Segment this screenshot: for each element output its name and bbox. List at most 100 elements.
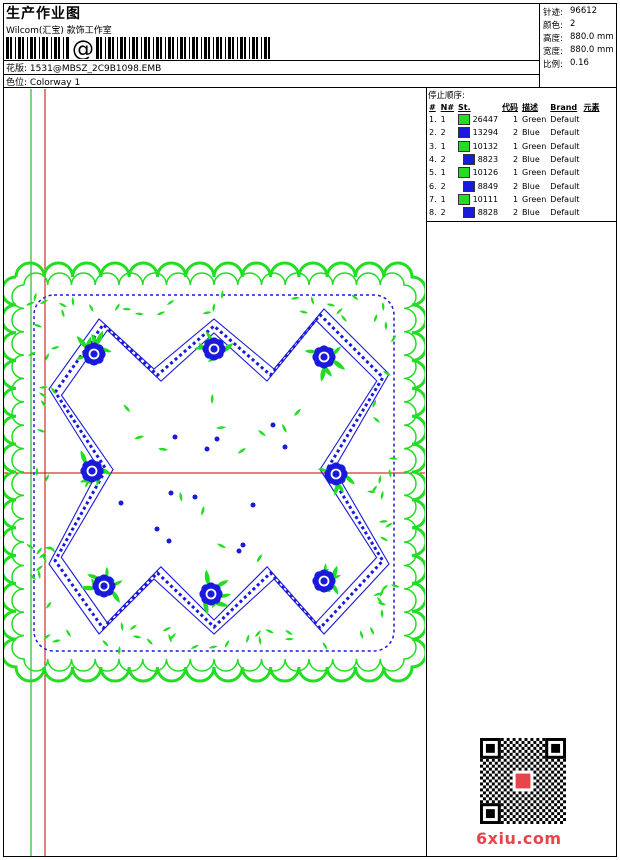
cell-needle: 1 [440,168,446,178]
cell-needle: 1 [440,115,446,125]
cell-element [582,206,602,219]
cell-brand: Default [550,168,580,178]
color-swatch [458,167,471,179]
page-title: 生产作业图 [6,6,81,22]
stat-height: 高度: 880.0 mm [543,32,614,44]
cell-index: 7. [429,194,437,204]
design-label: 花版: [6,64,28,74]
cell-needle: 2 [440,155,446,165]
stop-sequence-title: 停止顺序: [428,91,465,101]
stop-sequence-table: # N# St. 代码 描述 Brand 元素 1. 1 26447 1 Green D… [427,101,602,219]
col-header: 描述 [522,102,539,112]
colorway-label: 色位: [6,78,28,88]
color-swatch [458,114,471,126]
cell-code: 1 [512,115,519,125]
cell-brand: Default [550,155,580,165]
cell-index: 8. [429,208,437,218]
cell-code: 1 [512,141,519,151]
cell-stitches: 10126 [456,166,500,179]
cell-needle: 2 [440,128,446,138]
cell-index: 2. [429,128,437,138]
cell-code: 2 [512,155,519,165]
site-logo: 6xiu.com [476,829,562,848]
color-swatch [458,140,471,152]
cell-stitches: 8828 [456,206,500,219]
cell-element [582,113,602,126]
col-header: # [429,102,436,112]
cell-needle: 1 [440,141,446,151]
cell-needle: 2 [440,208,446,218]
cell-brand: Default [550,141,580,151]
cell-stitches: 13294 [456,126,500,139]
barcode-symbol: @ [72,37,94,59]
table-row: 4. 2 8823 2 Blue Default [427,153,602,166]
divider [3,74,540,75]
cell-needle: 2 [440,181,446,191]
cell-desc: Blue [522,128,540,138]
cell-brand: Default [550,181,580,191]
cell-brand: Default [550,128,580,138]
cell-index: 3. [429,141,437,151]
cell-code: 2 [512,128,519,138]
cell-element [582,140,602,153]
cell-brand: Default [550,208,580,218]
cell-brand: Default [550,115,580,125]
embroidery-pattern [4,89,425,856]
cell-desc: Green [522,141,547,151]
stat-scale: 比例: 0.16 [543,58,589,70]
table-header-row: # N# St. 代码 描述 Brand 元素 [427,101,602,113]
color-swatch [463,207,476,219]
cell-index: 4. [429,155,437,165]
cell-element [582,193,602,206]
cell-code: 1 [512,168,519,178]
cell-stitches: 26447 [456,113,500,126]
cell-desc: Green [522,194,547,204]
company-name: Wilcom(汇宝) 款饰工作室 [6,26,112,36]
design-field: 花版: 1531@MBSZ_2C9B1098.EMB [6,61,161,74]
cell-brand: Default [550,194,580,204]
cell-stitches: 8823 [456,153,500,166]
cell-stitches: 10111 [456,193,500,206]
colorway-name: Colorway 1 [29,78,81,88]
table-row: 5. 1 10126 1 Green Default [427,166,602,179]
cell-element [582,126,602,139]
stat-width: 宽度: 880.0 mm [543,45,614,57]
cell-index: 5. [429,168,437,178]
table-row: 6. 2 8849 2 Blue Default [427,179,602,192]
color-swatch [463,180,476,192]
cell-desc: Green [522,115,547,125]
cell-element [582,179,602,192]
cell-element [582,153,602,166]
table-row: 3. 1 10132 1 Green Default [427,140,602,153]
colorway-field: 色位: Colorway 1 [6,75,80,88]
col-header: Brand [550,102,578,112]
divider [426,221,617,222]
design-name: 1531@MBSZ_2C9B1098.EMB [29,64,162,74]
qr-code-icon [480,738,566,824]
cell-code: 1 [512,194,519,204]
barcode-icon: @ [6,37,270,59]
cell-index: 6. [429,181,437,191]
cell-needle: 1 [440,194,446,204]
cell-element [582,166,602,179]
cell-index: 1. [429,115,437,125]
color-swatch [458,127,471,139]
table-row: 8. 2 8828 2 Blue Default [427,206,602,219]
table-row: 1. 1 26447 1 Green Default [427,113,602,126]
stat-colors: 颜色: 2 [543,19,576,31]
cell-desc: Blue [522,181,540,191]
cell-code: 2 [512,208,519,218]
color-swatch [458,193,471,205]
cell-desc: Blue [522,155,540,165]
col-header: 代码 [502,102,519,112]
color-swatch [463,154,476,166]
cell-stitches: 10132 [456,140,500,153]
col-header: 元素 [583,102,600,112]
col-header: N# [440,102,455,112]
stat-stitches: 针迹: 96612 [543,6,598,18]
cell-code: 2 [512,181,519,191]
table-row: 7. 1 10111 1 Green Default [427,193,602,206]
col-header: St. [458,102,471,112]
table-row: 2. 2 13294 2 Blue Default [427,126,602,139]
cell-desc: Green [522,168,547,178]
